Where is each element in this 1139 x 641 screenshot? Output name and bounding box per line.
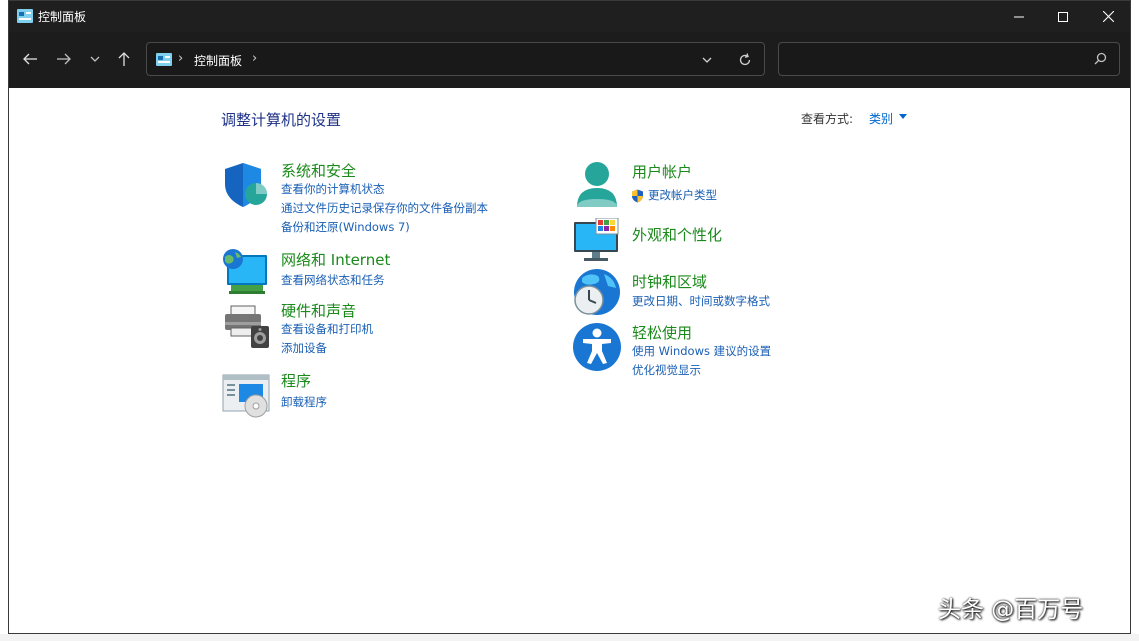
up-button[interactable]	[113, 48, 135, 70]
watermark-text: 头条 @百万号	[938, 597, 1084, 623]
category-ease-of-access: 轻松使用 使用 Windows 建议的设置 优化视觉显示	[572, 322, 872, 378]
accessibility-icon[interactable]	[572, 322, 622, 372]
dropdown-arrow-icon[interactable]	[899, 114, 907, 119]
refresh-icon	[739, 53, 751, 66]
refresh-button[interactable]	[736, 51, 754, 69]
category-clock-region: 时钟和区域 更改日期、时间或数字格式	[572, 268, 872, 318]
category-system-security: 系统和安全 查看你的计算机状态 通过文件历史记录保存你的文件备份副本 备份和还原…	[221, 160, 541, 234]
desktop-strip	[0, 634, 1139, 641]
category-title-clock-region[interactable]: 时钟和区域	[632, 271, 707, 292]
control-panel-icon	[156, 53, 172, 66]
category-title-appearance[interactable]: 外观和个性化	[632, 224, 722, 245]
category-title-ease-of-access[interactable]: 轻松使用	[632, 322, 692, 343]
arrow-right-icon	[57, 53, 71, 65]
link-file-history-backup[interactable]: 通过文件历史记录保存你的文件备份副本	[281, 200, 488, 216]
maximize-button[interactable]	[1040, 1, 1086, 32]
view-by-dropdown[interactable]: 类别	[869, 110, 893, 127]
arrow-up-icon	[118, 52, 130, 66]
search-input[interactable]	[778, 42, 1120, 76]
network-globe-monitor-icon[interactable]	[221, 249, 271, 299]
page-title: 调整计算机的设置	[221, 111, 342, 129]
search-icon[interactable]	[1094, 52, 1107, 65]
recent-locations-button[interactable]	[84, 48, 106, 70]
chevron-right-icon[interactable]: ›	[252, 51, 257, 66]
link-uninstall-program[interactable]: 卸载程序	[281, 394, 327, 410]
close-button[interactable]	[1085, 1, 1130, 32]
link-optimize-visual-display[interactable]: 优化视觉显示	[632, 362, 701, 378]
category-title-network-internet[interactable]: 网络和 Internet	[281, 249, 390, 270]
chevron-down-icon	[702, 57, 712, 63]
clock-globe-icon[interactable]	[572, 268, 622, 318]
address-history-button[interactable]	[698, 51, 716, 69]
chevron-right-icon[interactable]: ›	[178, 51, 183, 66]
breadcrumb-control-panel[interactable]: 控制面板	[194, 52, 242, 69]
forward-button[interactable]	[53, 48, 75, 70]
category-network-internet: 网络和 Internet 查看网络状态和任务	[221, 249, 521, 294]
appearance-monitor-icon[interactable]	[572, 218, 622, 268]
link-change-date-time-format[interactable]: 更改日期、时间或数字格式	[632, 293, 770, 309]
maximize-icon	[1058, 11, 1068, 22]
category-appearance: 外观和个性化	[572, 218, 872, 262]
category-programs: 程序 卸载程序	[221, 370, 521, 420]
link-backup-restore[interactable]: 备份和还原(Windows 7)	[281, 219, 410, 235]
category-title-hardware-sound[interactable]: 硬件和声音	[281, 300, 356, 321]
printer-speaker-icon[interactable]	[221, 300, 271, 350]
user-account-icon[interactable]	[572, 161, 622, 211]
arrow-left-icon	[23, 53, 37, 65]
link-change-account-type[interactable]: 更改帐户类型	[648, 187, 717, 203]
control-panel-window: 控制面板 › 控制面板 › 调整计算机的设置 查看方式: 类别 系统和安全 查看…	[8, 0, 1131, 634]
minimize-icon	[1014, 16, 1024, 17]
category-title-user-accounts[interactable]: 用户帐户	[632, 161, 692, 182]
link-windows-suggested-settings[interactable]: 使用 Windows 建议的设置	[632, 343, 771, 359]
link-devices-printers[interactable]: 查看设备和打印机	[281, 321, 373, 337]
link-network-status-tasks[interactable]: 查看网络状态和任务	[281, 272, 385, 288]
uac-shield-icon	[632, 189, 643, 203]
programs-disc-icon[interactable]	[221, 370, 271, 420]
security-shield-icon[interactable]	[221, 160, 271, 210]
window-title: 控制面板	[38, 10, 87, 24]
title-bar[interactable]: 控制面板	[9, 1, 1130, 32]
close-icon	[1102, 11, 1114, 22]
navigation-bar: › 控制面板 ›	[9, 32, 1130, 88]
category-title-system-security[interactable]: 系统和安全	[281, 160, 356, 181]
chevron-down-icon	[90, 56, 100, 62]
link-view-computer-status[interactable]: 查看你的计算机状态	[281, 181, 385, 197]
category-user-accounts: 用户帐户 更改帐户类型	[572, 161, 872, 211]
category-hardware-sound: 硬件和声音 查看设备和打印机 添加设备	[221, 300, 521, 360]
view-by-label: 查看方式:	[801, 112, 854, 126]
category-title-programs[interactable]: 程序	[281, 370, 311, 391]
minimize-button[interactable]	[996, 1, 1042, 32]
content-area: 调整计算机的设置 查看方式: 类别 系统和安全 查看你的计算机状态 通过文件历史…	[9, 88, 1130, 633]
back-button[interactable]	[19, 48, 41, 70]
link-add-device[interactable]: 添加设备	[281, 340, 327, 356]
address-bar[interactable]: › 控制面板 ›	[146, 42, 765, 76]
control-panel-app-icon	[17, 9, 33, 23]
